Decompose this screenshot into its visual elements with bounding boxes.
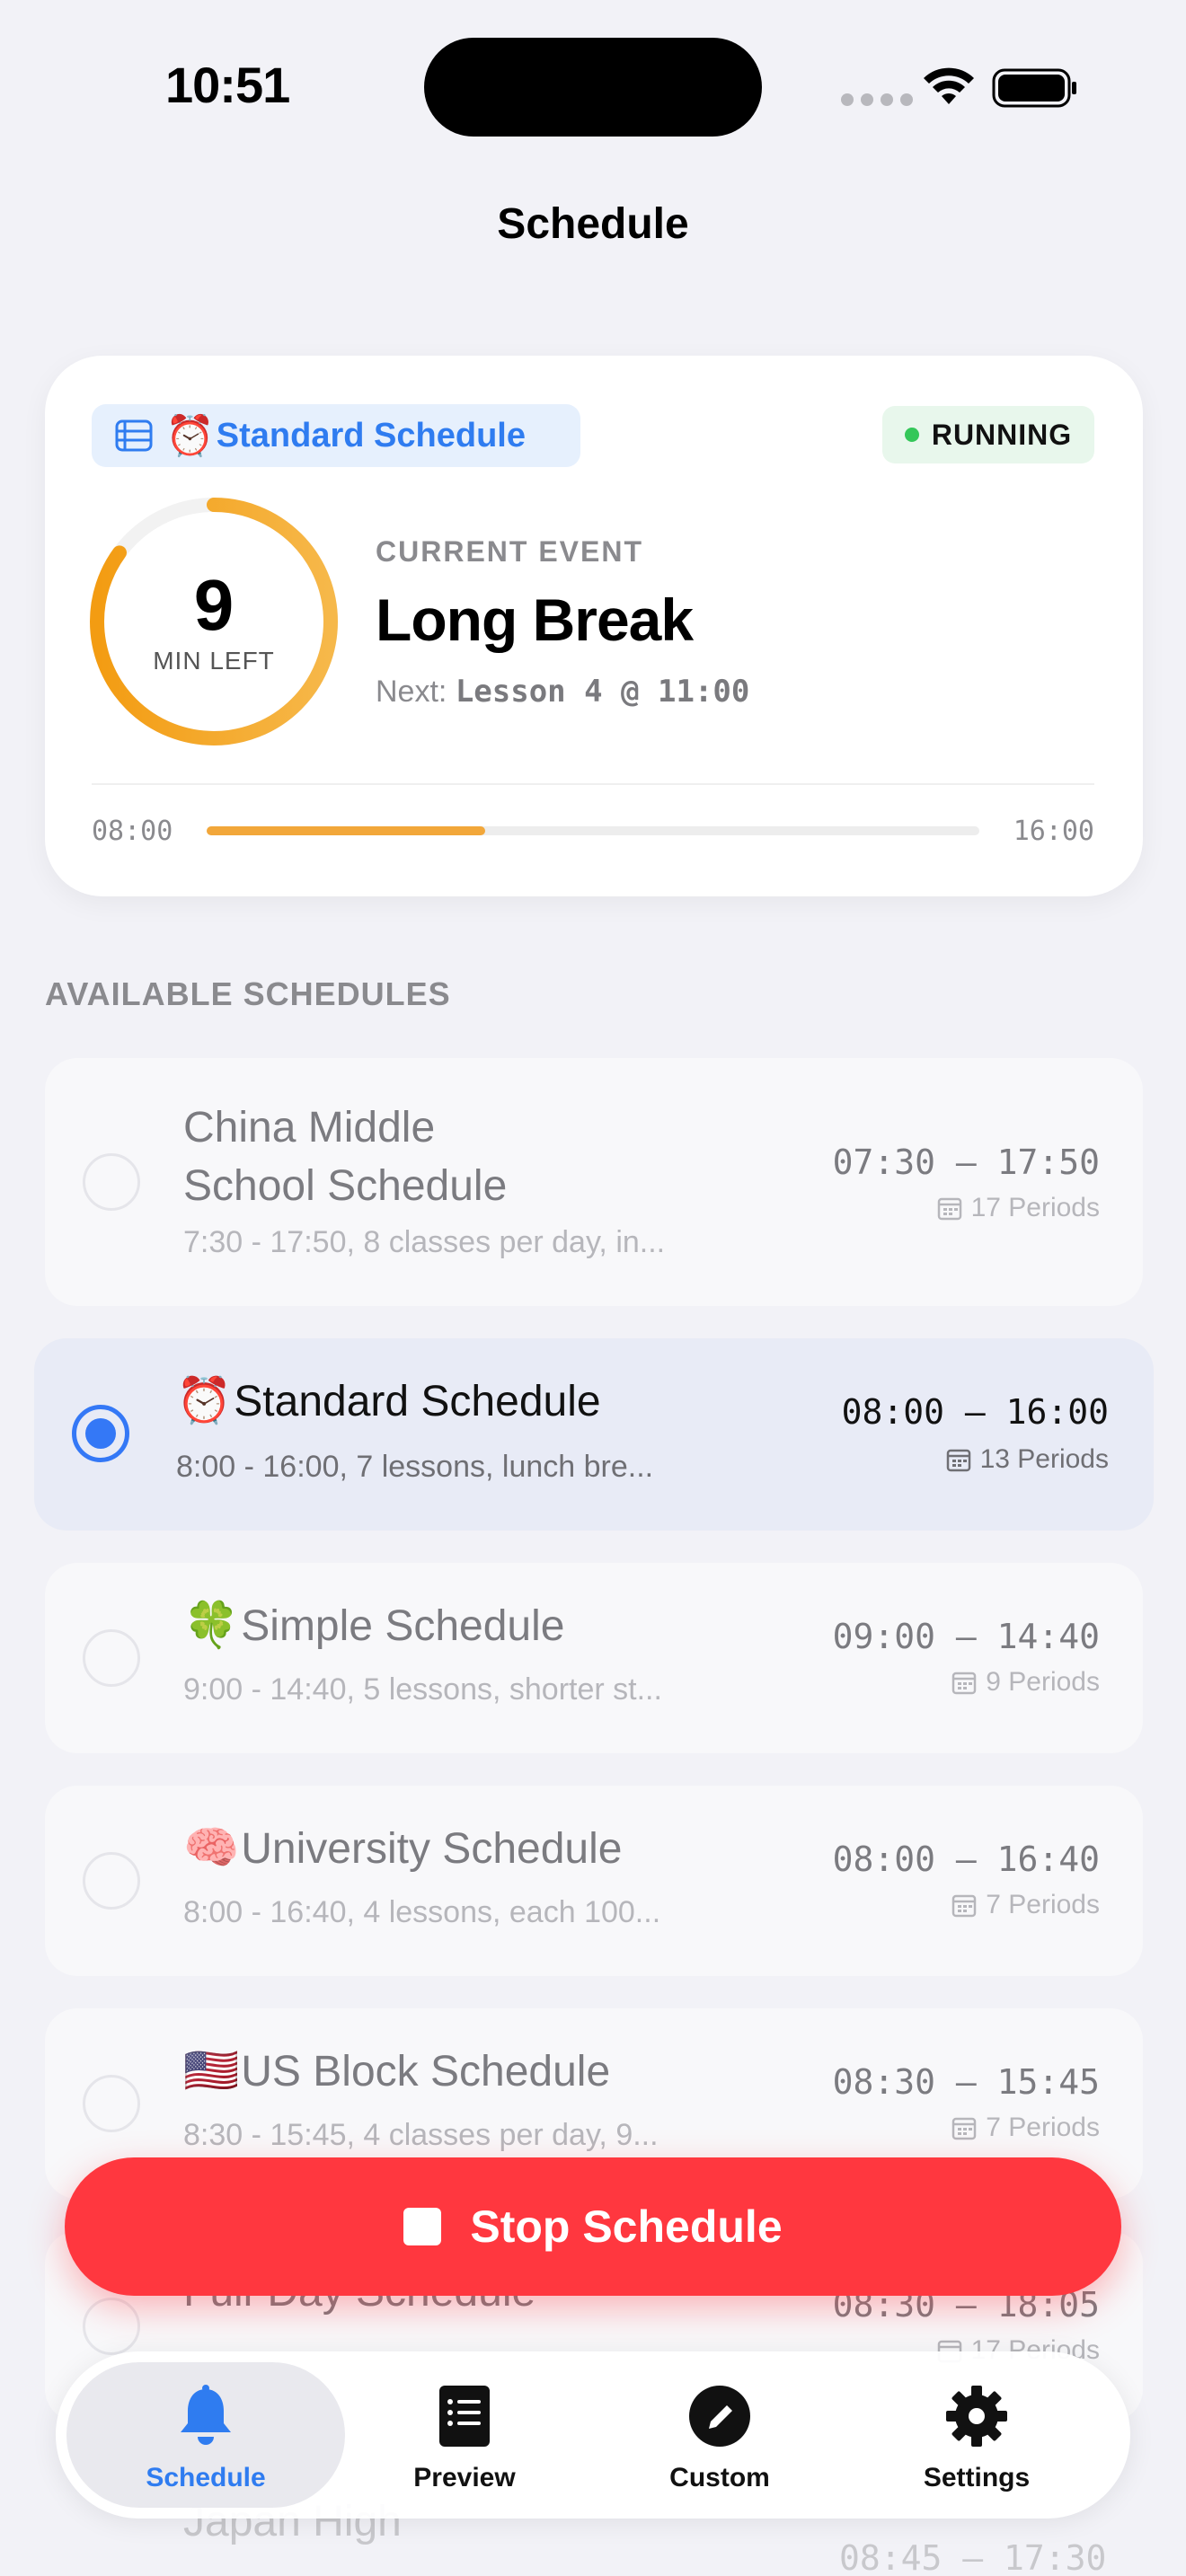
radio-button[interactable]	[83, 1852, 140, 1910]
schedule-periods: 7 Periods	[951, 1890, 1100, 1920]
radio-button[interactable]	[83, 1629, 140, 1687]
current-event-title: Long Break	[376, 587, 694, 653]
next-event: Next: Lesson 4 @ 11:00	[376, 674, 749, 710]
schedule-row-simple[interactable]: 🍀Simple Schedule 9:00 - 14:40, 5 lessons…	[45, 1563, 1143, 1753]
tab-schedule[interactable]: Schedule	[66, 2362, 345, 2508]
status-badge: RUNNING	[882, 406, 1094, 463]
schedule-name-line2: School Schedule	[183, 1161, 508, 1210]
section-header: AVAILABLE SCHEDULES	[45, 975, 451, 1012]
next-event-prefix: Next:	[376, 675, 447, 709]
schedule-row-japan-high-range: 08:45 – 17:30	[839, 2538, 1107, 2576]
schedule-name-label: Simple Schedule	[241, 1602, 565, 1650]
timeline-end: 16:00	[1013, 816, 1094, 847]
schedule-name-label: Standard Schedule	[234, 1378, 601, 1425]
alarm-clock-icon: ⏰	[165, 414, 215, 458]
schedule-desc: 8:00 - 16:00, 7 lessons, lunch bre...	[176, 1450, 654, 1484]
stop-schedule-button[interactable]: Stop Schedule	[65, 2157, 1121, 2296]
bell-icon	[181, 2385, 231, 2445]
schedule-range: 08:30 – 15:45	[832, 2062, 1100, 2102]
calendar-icon	[952, 1894, 977, 1918]
schedule-periods-label: 7 Periods	[986, 2113, 1100, 2142]
schedule-periods: 7 Periods	[951, 2113, 1100, 2143]
timeline-progress-track	[207, 826, 979, 835]
schedule-periods-label: 9 Periods	[986, 1667, 1100, 1697]
tab-bar: Schedule Preview Custom Settings	[56, 2351, 1130, 2519]
schedule-row-standard[interactable]: ⏰Standard Schedule 8:00 - 16:00, 7 lesso…	[34, 1338, 1154, 1531]
dynamic-island	[424, 38, 762, 137]
list-icon	[439, 2386, 490, 2447]
page-title: Schedule	[497, 200, 689, 248]
alarm-clock-icon: ⏰	[176, 1375, 233, 1425]
schedule-row-china-middle[interactable]: China Middle School Schedule 7:30 - 17:5…	[45, 1058, 1143, 1306]
schedule-name: 🍀Simple Schedule	[183, 1595, 564, 1656]
stop-icon	[403, 2208, 442, 2245]
tab-settings[interactable]: Settings	[837, 2362, 1116, 2508]
schedule-periods-label: 7 Periods	[986, 1890, 1100, 1919]
schedule-range: 08:00 – 16:00	[841, 1392, 1109, 1432]
schedule-name-label: US Block Schedule	[241, 2048, 611, 2095]
schedule-name-line1: China Middle	[183, 1104, 436, 1151]
tab-label: Schedule	[146, 2463, 266, 2492]
tab-label: Preview	[413, 2463, 516, 2492]
schedule-range: 07:30 – 17:50	[832, 1142, 1100, 1182]
tab-preview[interactable]: Preview	[325, 2362, 604, 2508]
schedule-desc: 9:00 - 14:40, 5 lessons, shorter st...	[183, 1672, 662, 1707]
battery-icon	[992, 68, 1076, 108]
radio-button[interactable]	[83, 2298, 140, 2355]
minutes-left-value: 9	[193, 565, 235, 645]
schedule-name: 🇺🇸US Block Schedule	[183, 2041, 610, 2102]
card-divider	[92, 783, 1094, 785]
us-flag-icon: 🇺🇸	[183, 2045, 240, 2095]
radio-button[interactable]	[83, 1153, 140, 1211]
calendar-icon	[937, 1197, 961, 1221]
minutes-left-label: MIN LEFT	[153, 647, 275, 675]
tab-label: Custom	[669, 2463, 770, 2492]
calendar-icon	[952, 2117, 977, 2140]
radio-button-selected[interactable]	[72, 1405, 129, 1462]
timeline-start: 08:00	[92, 816, 173, 847]
schedule-name: ⏰Standard Schedule	[176, 1371, 601, 1432]
status-bar: 10:51	[0, 0, 1186, 180]
schedule-desc: 8:00 - 16:40, 4 lessons, each 100...	[183, 1895, 661, 1929]
brain-icon: 🧠	[183, 1822, 240, 1873]
current-schedule-name: Standard Schedule	[216, 416, 526, 454]
schedule-range: 08:00 – 16:40	[832, 1839, 1100, 1879]
tab-label: Settings	[923, 2463, 1031, 2492]
schedule-periods: 13 Periods	[946, 1444, 1109, 1475]
schedule-periods-label: 13 Periods	[979, 1444, 1109, 1474]
schedule-periods: 17 Periods	[937, 1193, 1100, 1223]
schedule-name-label: University Schedule	[241, 1825, 623, 1873]
schedule-desc: 8:30 - 15:45, 4 classes per day, 9...	[183, 2118, 659, 2152]
schedule-name: China Middle School Schedule	[183, 1099, 507, 1216]
schedule-row-university[interactable]: 🧠University Schedule 8:00 - 16:40, 4 les…	[45, 1786, 1143, 1976]
schedule-range: 09:00 – 14:40	[832, 1617, 1100, 1656]
schedule-desc: 7:30 - 17:50, 8 classes per day, in...	[183, 1225, 666, 1259]
running-dot-icon	[904, 428, 919, 442]
status-badge-label: RUNNING	[931, 418, 1073, 451]
calendar-icon	[952, 1672, 977, 1695]
calendar-icon	[946, 1449, 970, 1472]
timeline-progress-fill	[207, 826, 485, 835]
current-schedule-card: ⏰ Standard Schedule RUNNING 9 MIN LEFT C…	[45, 356, 1143, 896]
status-time: 10:51	[165, 57, 290, 113]
wifi-icon	[924, 67, 974, 104]
pencil-icon	[689, 2386, 750, 2447]
schedule-name: 🧠University Schedule	[183, 1818, 622, 1879]
stop-schedule-label: Stop Schedule	[470, 2201, 783, 2252]
clover-icon: 🍀	[183, 1600, 240, 1650]
next-event-value: Lesson 4 @ 11:00	[455, 674, 750, 710]
tab-custom[interactable]: Custom	[580, 2362, 859, 2508]
gear-icon	[946, 2386, 1007, 2447]
radio-button[interactable]	[83, 2075, 140, 2132]
schedule-periods-label: 17 Periods	[970, 1193, 1100, 1222]
current-schedule-pill[interactable]: ⏰ Standard Schedule	[92, 404, 580, 467]
schedule-list-icon	[115, 419, 153, 452]
schedule-periods: 9 Periods	[951, 1667, 1100, 1698]
current-event-label: CURRENT EVENT	[376, 535, 644, 568]
cellular-signal-icon	[841, 93, 913, 106]
